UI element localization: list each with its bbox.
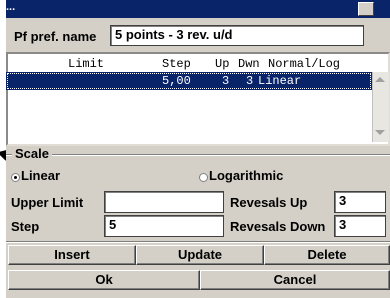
cancel-button[interactable]: Cancel [200, 270, 390, 290]
row-mode: Linear [258, 74, 302, 88]
row-dwn: 3 [246, 74, 254, 88]
update-button[interactable]: Update [136, 245, 264, 265]
col-header-limit: Limit [68, 57, 105, 71]
reversals-down-input[interactable]: 3 [334, 215, 386, 237]
radio-linear[interactable] [11, 173, 20, 182]
delete-button[interactable]: Delete [264, 245, 390, 265]
pref-name-input[interactable]: 5 points - 3 rev. u/d [110, 25, 364, 46]
title-text: ... [6, 1, 16, 13]
scale-group: Scale [6, 146, 390, 187]
reversals-up-input[interactable]: 3 [334, 191, 386, 213]
dialog-window: ... Pf pref. name 5 points - 3 rev. u/d … [6, 0, 390, 298]
scroll-up-arrow-icon[interactable] [375, 77, 385, 82]
insert-button[interactable]: Insert [8, 245, 136, 265]
radio-logarithmic-label[interactable]: Logarithmic [209, 168, 283, 183]
col-header-up: Up [215, 57, 230, 71]
scroll-down-arrow-icon[interactable] [375, 130, 385, 135]
reversals-down-label: Revesals Down [230, 219, 326, 234]
step-input[interactable]: 5 [104, 215, 224, 237]
col-header-dwn: Dwn [238, 57, 260, 71]
radio-logarithmic[interactable] [199, 173, 208, 182]
scale-group-title: Scale [12, 146, 52, 161]
row-step: 5,00 [162, 74, 191, 88]
pref-name-label: Pf pref. name [14, 29, 97, 44]
title-bar: ... [6, 0, 390, 18]
radio-linear-label[interactable]: Linear [21, 168, 60, 183]
step-label: Step [11, 219, 40, 234]
list-scrollbar[interactable] [372, 72, 389, 142]
close-button[interactable] [358, 2, 374, 16]
col-header-step: Step [162, 57, 191, 71]
ok-button[interactable]: Ok [8, 270, 200, 290]
row-up: 3 [222, 74, 230, 88]
separator [6, 241, 390, 243]
upper-limit-input[interactable] [104, 191, 224, 213]
reversals-up-label: Revesals Up [230, 195, 308, 210]
col-header-normal-log: Normal/Log [268, 57, 341, 71]
upper-limit-label: Upper Limit [11, 195, 84, 210]
